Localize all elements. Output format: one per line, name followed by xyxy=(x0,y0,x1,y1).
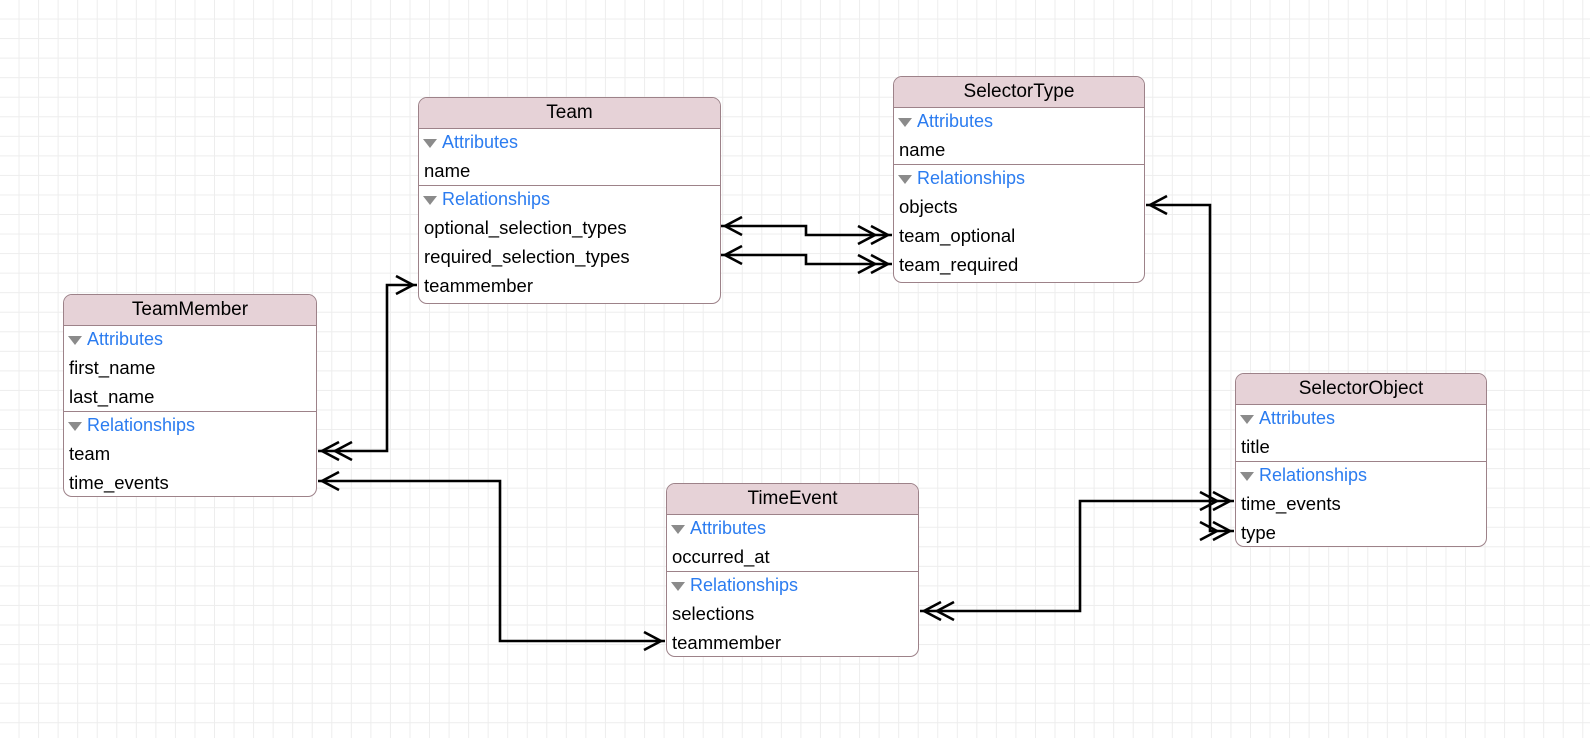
attributes-section-selector_type: Attributes name xyxy=(894,108,1144,165)
relationships-header-team-label: Relationships xyxy=(442,189,551,209)
relationship-row[interactable]: time_events xyxy=(64,468,316,496)
triangle-down-icon[interactable] xyxy=(423,196,437,205)
entity-selector_type[interactable]: SelectorType Attributes name Relationships o… xyxy=(893,76,1145,283)
relationship-row[interactable]: type xyxy=(1236,518,1486,546)
arrowhead-ah-team-required-right xyxy=(857,253,891,275)
relationships-header-selector_type-label: Relationships xyxy=(917,168,1026,188)
relationships-section-team_member: Relationships team time_events xyxy=(64,412,316,496)
attribute-row[interactable]: first_name xyxy=(64,353,316,382)
entity-team[interactable]: Team Attributes name Relationships optional_… xyxy=(418,97,721,304)
relationships-section-selector_object: Relationships time_events type xyxy=(1236,462,1486,546)
relationship-row[interactable]: time_events xyxy=(1236,489,1486,518)
entity-time_event[interactable]: TimeEvent Attributes occurred_at Relationsh… xyxy=(666,483,919,657)
triangle-down-icon[interactable] xyxy=(671,525,685,534)
triangle-down-icon[interactable] xyxy=(423,139,437,148)
arrowhead-ah-teammember-timeevents xyxy=(319,470,340,492)
triangle-down-icon[interactable] xyxy=(1240,415,1254,424)
attributes-header-team_member-label: Attributes xyxy=(87,329,164,349)
attribute-row[interactable]: occurred_at xyxy=(667,542,918,571)
relationship-row[interactable]: team_required xyxy=(894,250,1144,279)
relationship-row[interactable]: teammember xyxy=(419,271,720,300)
relationships-header-selector_type[interactable]: Relationships xyxy=(894,165,1144,192)
attributes-header-selector_type[interactable]: Attributes xyxy=(894,108,1144,135)
attribute-row[interactable]: last_name xyxy=(64,382,316,411)
attributes-section-team: Attributes name xyxy=(419,129,720,186)
arrowhead-ah-selectorobject-timeevents xyxy=(1199,490,1233,512)
triangle-down-icon[interactable] xyxy=(68,336,82,345)
relationship-row[interactable]: optional_selection_types xyxy=(419,213,720,242)
entity-team_member[interactable]: TeamMember Attributes first_name last_name R… xyxy=(63,294,317,497)
arrowhead-ah-team-optional-right xyxy=(857,224,891,246)
data-model-canvas[interactable]: Team Attributes name Relationships optional_… xyxy=(0,0,1590,738)
connector-team-optional-selectortype-team-optional[interactable] xyxy=(721,224,892,237)
triangle-down-icon[interactable] xyxy=(898,175,912,184)
arrowhead-ah-team-required-left xyxy=(722,244,743,266)
attribute-row[interactable]: name xyxy=(419,156,720,185)
entity-title-selector_object[interactable]: SelectorObject xyxy=(1236,374,1486,405)
attributes-header-time_event[interactable]: Attributes xyxy=(667,515,918,542)
relationship-row[interactable]: team xyxy=(64,439,316,468)
connector-teammember-timeevents-timeevent-teammember[interactable] xyxy=(318,479,665,643)
attribute-row[interactable]: name xyxy=(894,135,1144,164)
arrowhead-ah-selectorobject-type xyxy=(1199,520,1233,542)
relationships-section-selector_type: Relationships objects team_optional team_re… xyxy=(894,165,1144,279)
relationships-header-time_event-label: Relationships xyxy=(690,575,799,595)
connector-selectortype-objects-selectorobject-type[interactable] xyxy=(1146,203,1234,533)
entity-title-team[interactable]: Team xyxy=(419,98,720,129)
attributes-header-selector_type-label: Attributes xyxy=(917,111,994,131)
entity-selector_object[interactable]: SelectorObject Attributes title Relationshi… xyxy=(1235,373,1487,547)
arrowhead-ah-teammember-team xyxy=(319,440,353,462)
attributes-header-selector_object-label: Attributes xyxy=(1259,408,1336,428)
attributes-section-team_member: Attributes first_name last_name xyxy=(64,326,316,412)
relationships-section-time_event: Relationships selections teammember xyxy=(667,572,918,656)
relationships-header-team_member-label: Relationships xyxy=(87,415,196,435)
triangle-down-icon[interactable] xyxy=(68,422,82,431)
relationship-row[interactable]: objects xyxy=(894,192,1144,221)
attributes-section-selector_object: Attributes title xyxy=(1236,405,1486,462)
relationship-row[interactable]: team_optional xyxy=(894,221,1144,250)
relationships-section-team: Relationships optional_selection_types req… xyxy=(419,186,720,300)
connector-timeevent-selections-selectorobject-timeevents[interactable] xyxy=(920,499,1234,613)
relationships-header-selector_object-label: Relationships xyxy=(1259,465,1368,485)
relationship-row[interactable]: required_selection_types xyxy=(419,242,720,271)
attributes-header-team[interactable]: Attributes xyxy=(419,129,720,156)
triangle-down-icon[interactable] xyxy=(671,582,685,591)
relationships-header-team_member[interactable]: Relationships xyxy=(64,412,316,439)
attributes-header-team-label: Attributes xyxy=(442,132,519,152)
attributes-header-time_event-label: Attributes xyxy=(690,518,767,538)
entity-title-team_member[interactable]: TeamMember xyxy=(64,295,316,326)
relationships-header-time_event[interactable]: Relationships xyxy=(667,572,918,599)
arrowhead-ah-team-teammember xyxy=(395,274,416,296)
relationship-row[interactable]: teammember xyxy=(667,628,918,656)
connector-teammember-team-team-teammember[interactable] xyxy=(318,283,417,453)
triangle-down-icon[interactable] xyxy=(898,118,912,127)
relationship-row[interactable]: selections xyxy=(667,599,918,628)
connector-team-required-selectortype-team-required[interactable] xyxy=(721,253,892,266)
attributes-header-selector_object[interactable]: Attributes xyxy=(1236,405,1486,432)
attribute-row[interactable]: title xyxy=(1236,432,1486,461)
entity-title-selector_type[interactable]: SelectorType xyxy=(894,77,1144,108)
attributes-section-time_event: Attributes occurred_at xyxy=(667,515,918,572)
relationships-header-selector_object[interactable]: Relationships xyxy=(1236,462,1486,489)
entity-title-time_event[interactable]: TimeEvent xyxy=(667,484,918,515)
arrowhead-ah-selectortype-objects xyxy=(1147,194,1168,216)
relationships-header-team[interactable]: Relationships xyxy=(419,186,720,213)
arrowhead-ah-team-optional-left xyxy=(722,215,743,237)
attributes-header-team_member[interactable]: Attributes xyxy=(64,326,316,353)
triangle-down-icon[interactable] xyxy=(1240,472,1254,481)
arrowhead-ah-timeevent-teammember xyxy=(643,630,664,652)
arrowhead-ah-timeevent-selections xyxy=(921,600,955,622)
